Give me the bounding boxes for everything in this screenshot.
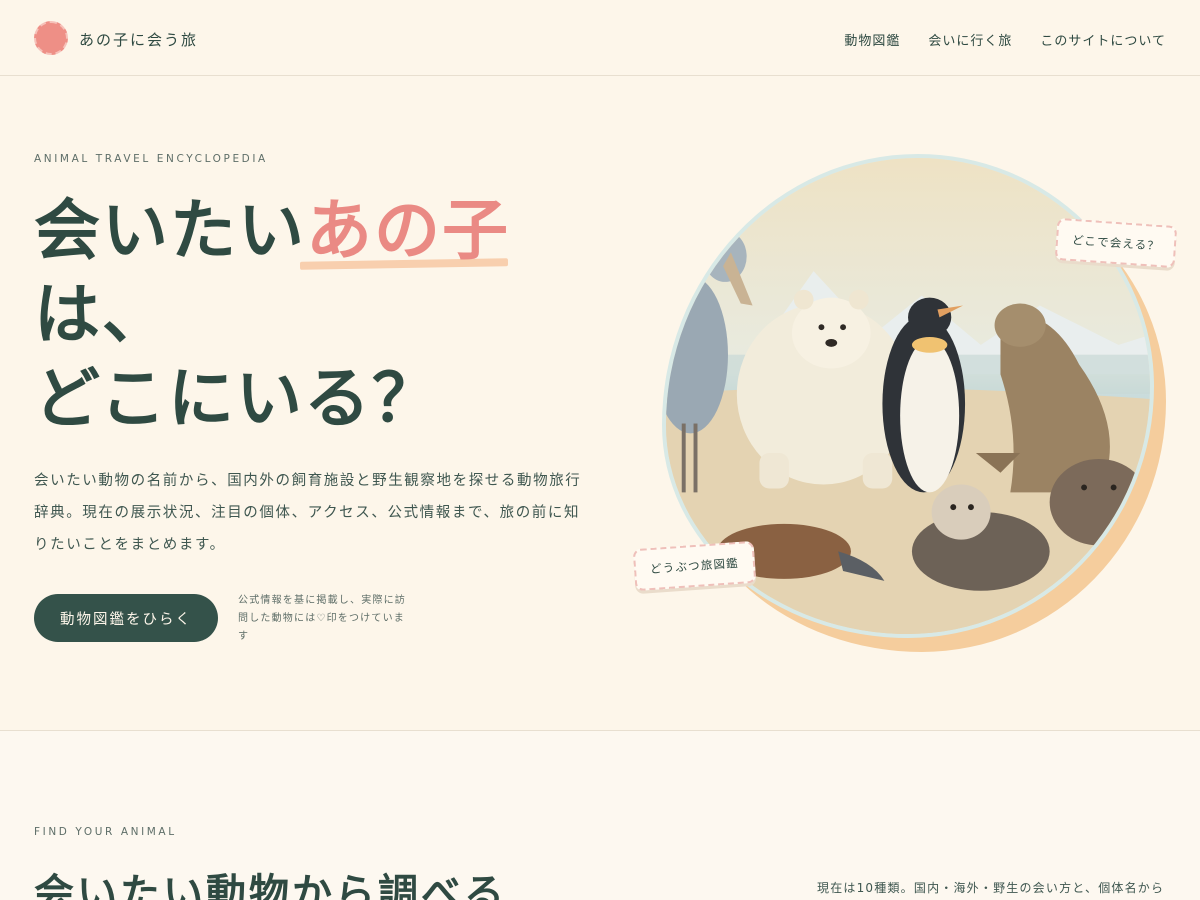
hero-title-line2: は、 bbox=[34, 275, 170, 353]
logo-icon[interactable] bbox=[34, 21, 68, 55]
open-encyclopedia-button[interactable]: 動物図鑑をひらく bbox=[34, 594, 218, 642]
hero-title-accent: あの子 bbox=[306, 188, 510, 272]
section-eyebrow: FIND YOUR ANIMAL bbox=[34, 826, 177, 838]
hero-eyebrow: ANIMAL TRAVEL ENCYCLOPEDIA bbox=[34, 153, 268, 165]
hero-title-plain: 会いたい bbox=[34, 191, 306, 269]
main-nav: 動物図鑑 会いに行く旅 このサイトについて bbox=[844, 30, 1166, 49]
nav-item-encyclopedia[interactable]: 動物図鑑 bbox=[844, 30, 900, 49]
animal-guide-tag: どうぶつ旅図鑑 bbox=[632, 540, 757, 592]
hero-illustration: どこで会える？ どうぶつ旅図鑑 bbox=[632, 150, 1180, 670]
cta-note: 公式情報を基に掲載し、実際に訪問した動物には♡印をつけています bbox=[238, 595, 406, 642]
section-description: 現在は10種類。国内・海外・野生の会い方と、個体名から bbox=[817, 881, 1165, 895]
site-logo-text[interactable]: あの子に会う旅 bbox=[79, 29, 198, 50]
hero-description: 会いたい動物の名前から、国内外の飼育施設と野生観察地を探せる動物旅行辞典。現在の… bbox=[34, 473, 582, 553]
hero-title-line3: どこにいる？ bbox=[34, 359, 441, 437]
find-animal-section: FIND YOUR ANIMAL 会いたい動物から調べる 現在は10種類。国内・… bbox=[0, 731, 1200, 900]
where-to-meet-tag: どこで会える？ bbox=[1054, 217, 1178, 269]
hero-title: 会いたいあの子 は、 どこにいる？ bbox=[34, 188, 614, 440]
section-title: 会いたい動物から調べる bbox=[34, 870, 507, 900]
nav-item-trips[interactable]: 会いに行く旅 bbox=[928, 30, 1012, 49]
site-header: あの子に会う旅 動物図鑑 会いに行く旅 このサイトについて bbox=[0, 0, 1200, 76]
nav-item-about[interactable]: このサイトについて bbox=[1040, 30, 1166, 49]
